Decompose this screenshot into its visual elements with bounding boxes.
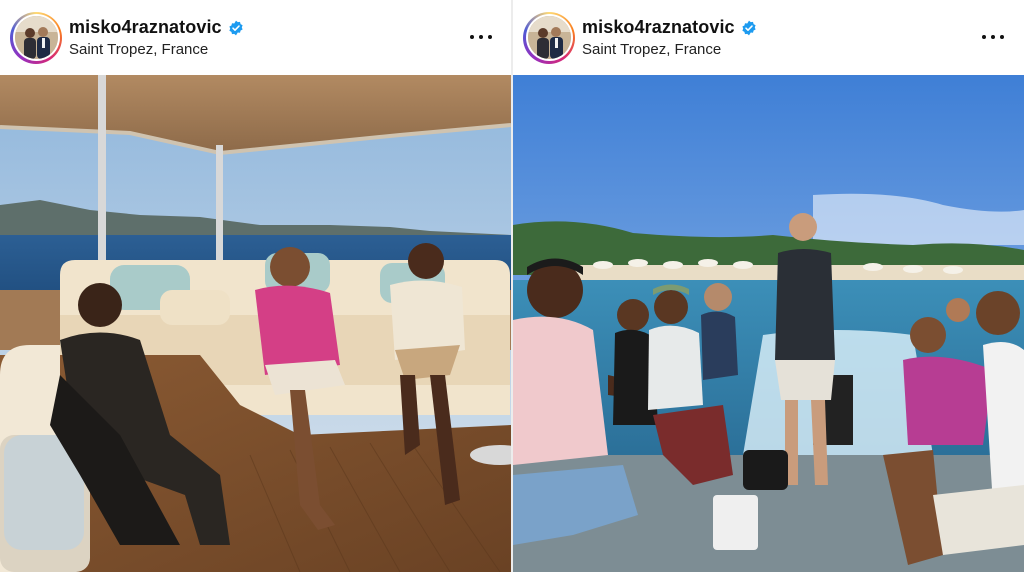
post-header: misko4raznatovic Saint Tropez, France xyxy=(513,0,1024,75)
post-photo[interactable] xyxy=(513,75,1024,572)
username[interactable]: misko4raznatovic xyxy=(69,17,222,38)
username[interactable]: misko4raznatovic xyxy=(582,17,735,38)
more-options-icon[interactable] xyxy=(470,28,492,46)
verified-badge-icon xyxy=(741,20,757,36)
profile-avatar[interactable] xyxy=(523,11,575,64)
instagram-post-left: misko4raznatovic Saint Tropez, France xyxy=(0,0,512,572)
location-link[interactable]: Saint Tropez, France xyxy=(582,41,757,58)
more-options-icon[interactable] xyxy=(982,28,1004,46)
post-header: misko4raznatovic Saint Tropez, France xyxy=(0,0,512,75)
location-link[interactable]: Saint Tropez, France xyxy=(69,41,244,58)
profile-avatar[interactable] xyxy=(10,11,62,64)
post-photo[interactable] xyxy=(0,75,511,572)
verified-badge-icon xyxy=(228,20,244,36)
instagram-post-right: misko4raznatovic Saint Tropez, France xyxy=(513,0,1024,572)
